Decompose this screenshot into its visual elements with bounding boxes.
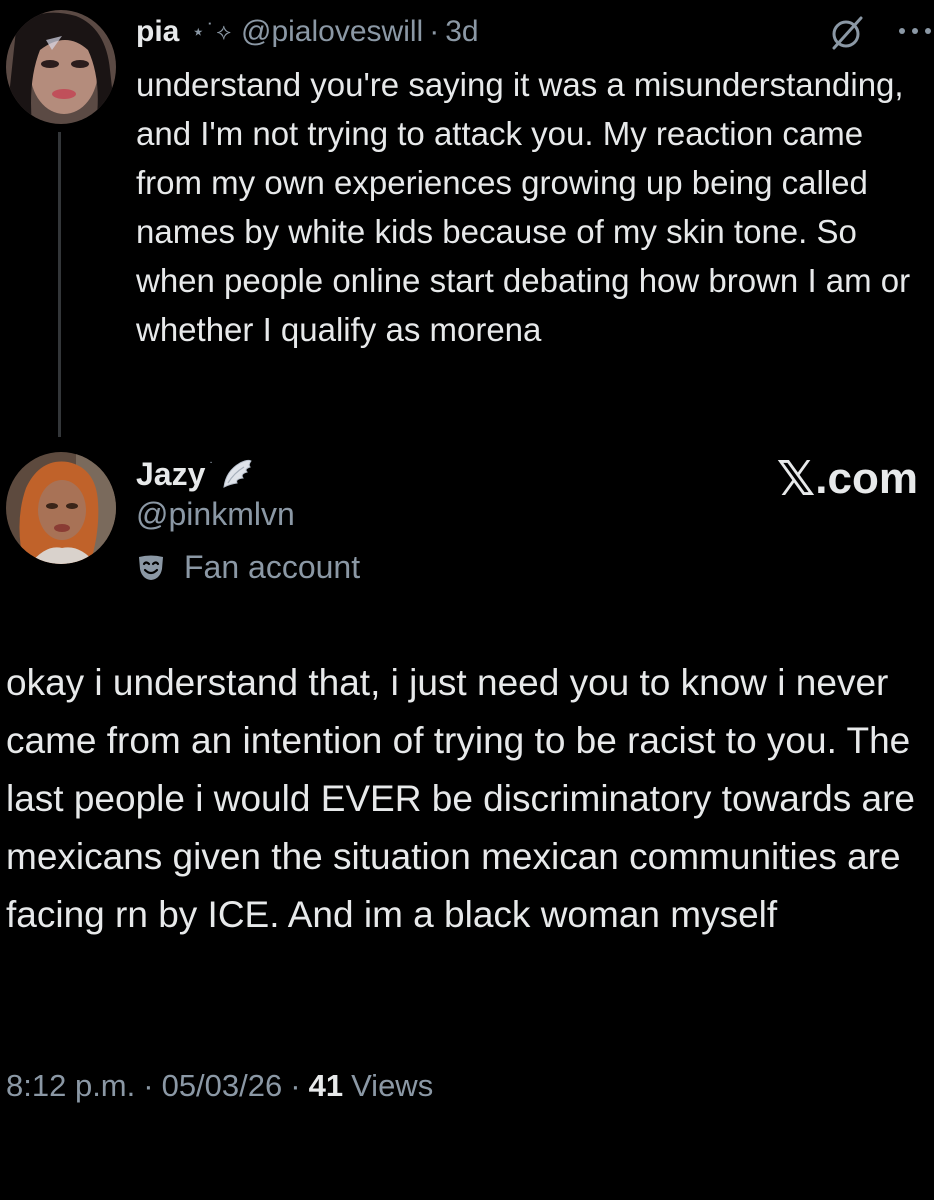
thread-connector-line [58,132,61,437]
post-metadata: 8:12 p.m. · 05/03/26 · 41 Views [6,1064,433,1108]
watermark-text: .com [815,454,918,503]
avatar-pia[interactable] [6,10,116,124]
mask-icon [139,555,163,580]
main-handle[interactable]: @pinkmlvn [136,496,295,533]
main-name-decoration: ˙ [209,459,215,475]
account-label: Fan account [184,548,361,585]
watermark: 𝕏 .com [777,452,918,506]
meta-separator: · [143,1068,154,1103]
post-time[interactable]: 8:12 p.m. [6,1068,135,1104]
x-logo-icon: 𝕏 [776,453,816,506]
parent-display-name[interactable]: pia [136,15,179,49]
grok-icon[interactable] [828,14,866,52]
main-post-text: okay i understand that, i just need you … [6,662,915,935]
parent-post-header: pia ⋆˙⟡ @pialoveswill · 3d [136,12,479,52]
more-options-icon[interactable] [896,24,934,38]
avatar-jazy[interactable] [6,452,116,564]
parent-name-decoration: ⋆˙⟡ [191,19,233,44]
avatar-pia-image [6,10,116,124]
main-post-name-row: Jazy ˙ [136,452,254,496]
parent-handle[interactable]: @pialoveswill [241,15,423,49]
main-display-name[interactable]: Jazy [136,456,205,493]
account-label-row: Fan account [136,546,360,588]
avatar-jazy-image [6,452,116,564]
post-date[interactable]: 05/03/26 [162,1068,283,1104]
parent-header-separator: · [429,15,440,48]
views-label: Views [351,1068,434,1103]
meta-separator: · [290,1068,301,1103]
parent-post-text: understand you're saying it was a misund… [136,66,911,348]
angel-wing-icon [223,459,252,488]
views-count[interactable]: 41 [309,1068,343,1104]
parent-post-age[interactable]: 3d [445,15,478,49]
